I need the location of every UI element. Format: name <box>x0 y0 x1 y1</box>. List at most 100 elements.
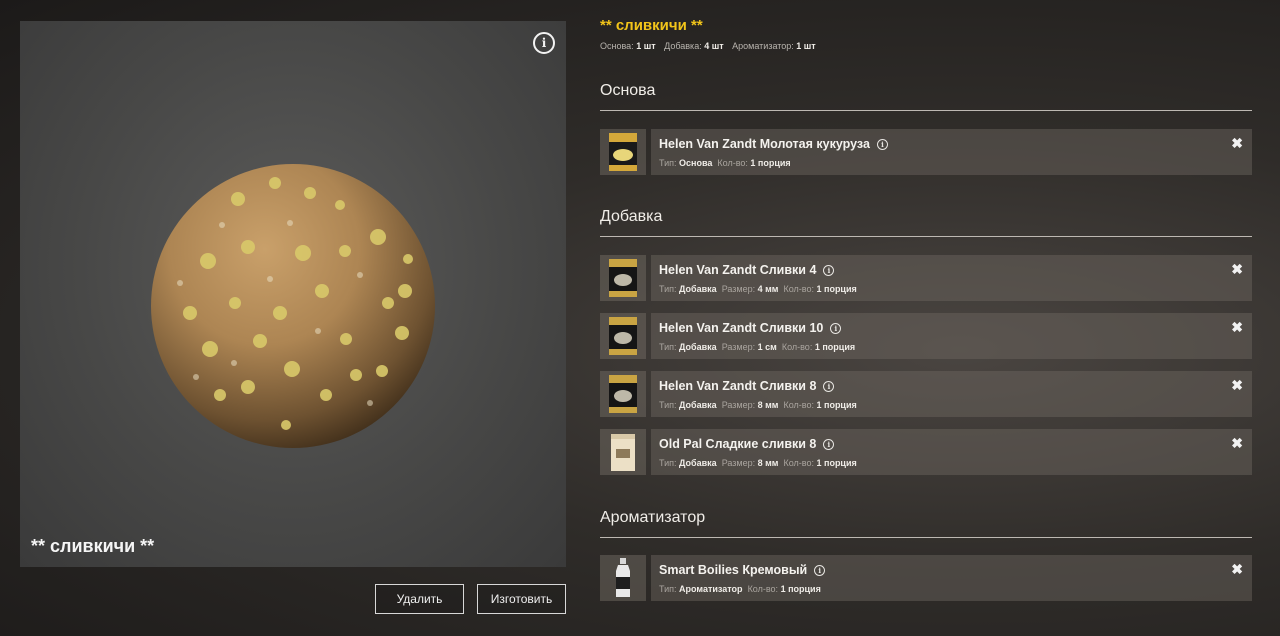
summary-label: Добавка: <box>664 41 702 51</box>
prop-label: Размер: <box>721 458 756 468</box>
ingredient-props: Тип: Основа Кол-во: 1 порция <box>659 158 791 168</box>
ingredient-details: Old Pal Сладкие сливки 8 i Тип: Добавка Р… <box>651 429 1252 475</box>
section-title-additive: Добавка <box>600 208 663 225</box>
prop-value: 1 порция <box>780 584 821 594</box>
prop-value: 1 порция <box>816 400 857 410</box>
corn-bag-icon <box>600 129 646 175</box>
ingredient-props: Тип: Добавка Размер: 8 мм Кол-во: 1 порц… <box>659 400 857 410</box>
prop-value: Основа <box>679 158 713 168</box>
prop-value: Добавка <box>679 458 717 468</box>
summary-value: 4 шт <box>704 41 724 51</box>
prop-label: Кол-во: <box>747 584 779 594</box>
ingredient-row[interactable]: Helen Van Zandt Молотая кукуруза i Тип: О… <box>600 129 1252 175</box>
pellet-bag-icon <box>600 313 646 359</box>
remove-icon[interactable]: ✖ <box>1231 262 1243 276</box>
boilie-ball-image <box>151 164 435 448</box>
pellet-bag-icon <box>600 371 646 417</box>
prop-value: 1 см <box>757 342 777 352</box>
prop-label: Тип: <box>659 458 677 468</box>
ingredient-details: Helen Van Zandt Сливки 8 i Тип: Добавка Р… <box>651 371 1252 417</box>
section-title-base: Основа <box>600 82 656 99</box>
ingredient-row[interactable]: Old Pal Сладкие сливки 8 i Тип: Добавка Р… <box>600 429 1252 475</box>
remove-icon[interactable]: ✖ <box>1231 562 1243 576</box>
bottle-icon <box>600 555 646 601</box>
ingredient-name: Helen Van Zandt Сливки 8 <box>659 379 817 393</box>
prop-label: Тип: <box>659 584 677 594</box>
ingredient-name: Smart Boilies Кремовый <box>659 563 808 577</box>
remove-icon[interactable]: ✖ <box>1231 378 1243 392</box>
prop-label: Тип: <box>659 400 677 410</box>
info-icon[interactable]: i <box>876 138 888 150</box>
ingredient-row[interactable]: Smart Boilies Кремовый i Тип: Ароматизато… <box>600 555 1252 601</box>
section-divider <box>600 236 1252 237</box>
prop-label: Размер: <box>721 342 756 352</box>
ingredient-name-wrapper: Helen Van Zandt Молотая кукуруза i <box>659 137 888 151</box>
ingredient-name-wrapper: Helen Van Zandt Сливки 4 i <box>659 263 835 277</box>
bait-preview-panel: i ** сливкичи ** <box>20 21 566 567</box>
prop-value: 8 мм <box>757 400 779 410</box>
ingredient-props: Тип: Добавка Размер: 8 мм Кол-во: 1 порц… <box>659 458 857 468</box>
ingredient-props: Тип: Добавка Размер: 1 см Кол-во: 1 порц… <box>659 342 855 352</box>
summary-label: Основа: <box>600 41 634 51</box>
recipe-summary: Основа: 1 шт Добавка: 4 шт Ароматизатор:… <box>600 41 816 51</box>
ingredient-name-wrapper: Smart Boilies Кремовый i <box>659 563 826 577</box>
paper-bag-icon <box>600 429 646 475</box>
prop-label: Тип: <box>659 342 677 352</box>
prop-label: Кол-во: <box>783 458 814 468</box>
prop-label: Тип: <box>659 284 677 294</box>
prop-value: 8 мм <box>757 458 779 468</box>
remove-icon[interactable]: ✖ <box>1231 136 1243 150</box>
prop-value: Добавка <box>679 342 717 352</box>
info-icon[interactable]: i <box>814 564 826 576</box>
prop-value: 1 порция <box>814 342 856 352</box>
ingredient-name: Helen Van Zandt Молотая кукуруза <box>659 137 870 151</box>
prop-label: Кол-во: <box>781 342 813 352</box>
prop-label: Размер: <box>721 284 756 294</box>
summary-value: 1 шт <box>796 41 816 51</box>
craft-button[interactable]: Изготовить <box>477 584 566 614</box>
prop-value: Ароматизатор <box>679 584 743 594</box>
info-icon[interactable]: i <box>823 438 835 450</box>
section-title-flavor: Ароматизатор <box>600 509 706 526</box>
ingredient-name-wrapper: Helen Van Zandt Сливки 8 i <box>659 379 835 393</box>
prop-label: Кол-во: <box>783 400 814 410</box>
ingredient-row[interactable]: Helen Van Zandt Сливки 8 i Тип: Добавка Р… <box>600 371 1252 417</box>
ingredient-props: Тип: Ароматизатор Кол-во: 1 порция <box>659 584 821 594</box>
ingredient-props: Тип: Добавка Размер: 4 мм Кол-во: 1 порц… <box>659 284 857 294</box>
info-icon[interactable]: i <box>823 380 835 392</box>
ingredient-details: Helen Van Zandt Сливки 4 i Тип: Добавка Р… <box>651 255 1252 301</box>
recipe-title: ** сливкичи ** <box>600 17 703 34</box>
ingredient-name-wrapper: Helen Van Zandt Сливки 10 i <box>659 321 842 335</box>
ingredient-name: Helen Van Zandt Сливки 10 <box>659 321 824 335</box>
ingredient-row[interactable]: Helen Van Zandt Сливки 10 i Тип: Добавка … <box>600 313 1252 359</box>
prop-label: Тип: <box>659 158 677 168</box>
ingredient-name: Old Pal Сладкие сливки 8 <box>659 437 817 451</box>
ingredient-name: Helen Van Zandt Сливки 4 <box>659 263 817 277</box>
ingredient-row[interactable]: Helen Van Zandt Сливки 4 i Тип: Добавка Р… <box>600 255 1252 301</box>
prop-label: Кол-во: <box>783 284 814 294</box>
prop-label: Размер: <box>721 400 756 410</box>
ingredient-details: Smart Boilies Кремовый i Тип: Ароматизато… <box>651 555 1252 601</box>
prop-label: Кол-во: <box>717 158 748 168</box>
pellet-bag-icon <box>600 255 646 301</box>
info-icon[interactable]: i <box>823 264 835 276</box>
info-icon[interactable]: i <box>830 322 842 334</box>
ingredient-name-wrapper: Old Pal Сладкие сливки 8 i <box>659 437 835 451</box>
bait-name-label: ** сливкичи ** <box>31 536 155 556</box>
summary-value: 1 шт <box>636 41 656 51</box>
section-divider <box>600 110 1252 111</box>
ingredient-details: Helen Van Zandt Сливки 10 i Тип: Добавка … <box>651 313 1252 359</box>
delete-button[interactable]: Удалить <box>375 584 464 614</box>
prop-value: 1 порция <box>816 458 857 468</box>
section-divider <box>600 537 1252 538</box>
prop-value: Добавка <box>679 284 717 294</box>
prop-value: 4 мм <box>757 284 779 294</box>
info-icon[interactable]: i <box>533 32 555 54</box>
summary-label: Ароматизатор: <box>732 41 794 51</box>
remove-icon[interactable]: ✖ <box>1231 436 1243 450</box>
prop-value: 1 порция <box>750 158 791 168</box>
ingredient-details: Helen Van Zandt Молотая кукуруза i Тип: О… <box>651 129 1252 175</box>
prop-value: 1 порция <box>816 284 857 294</box>
remove-icon[interactable]: ✖ <box>1231 320 1243 334</box>
prop-value: Добавка <box>679 400 717 410</box>
